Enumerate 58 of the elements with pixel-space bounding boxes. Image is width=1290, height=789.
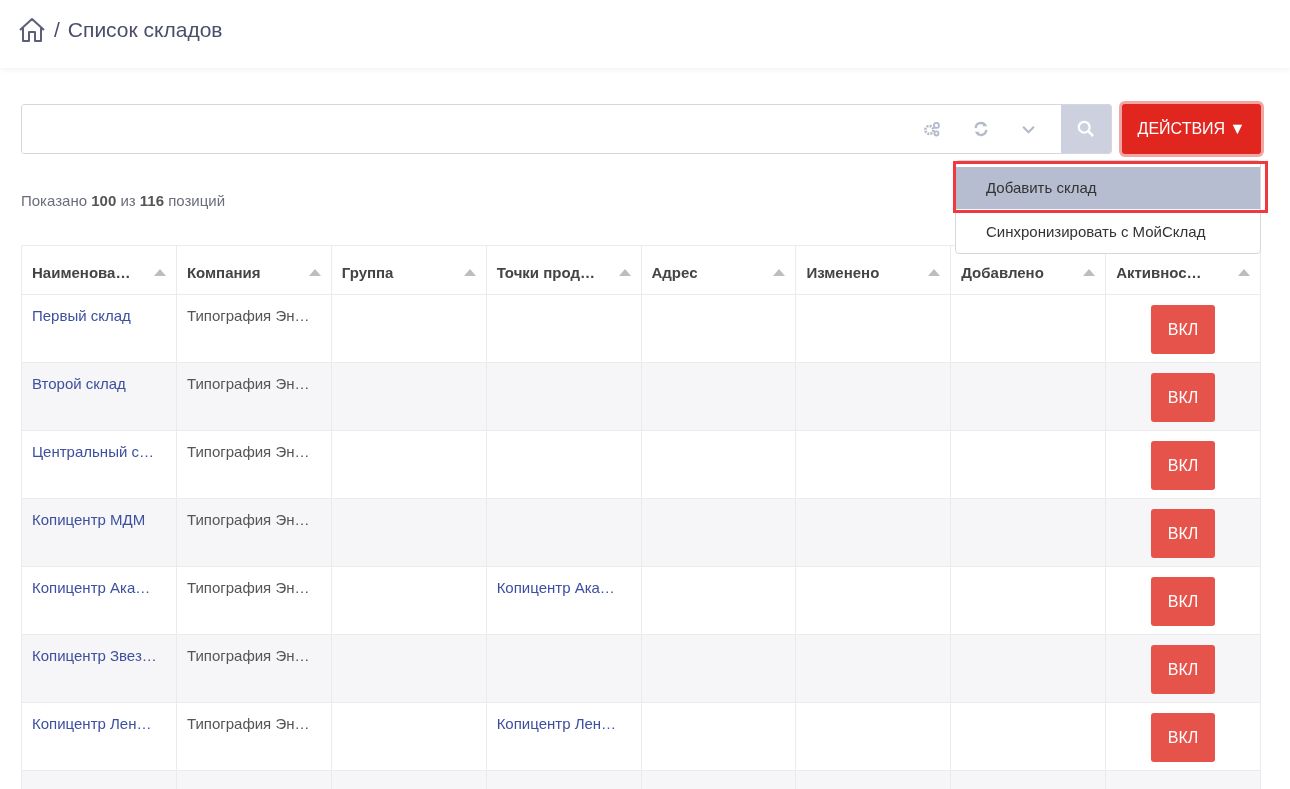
sort-icon[interactable] [1238,268,1250,276]
column-header[interactable]: Добавлено [950,245,1106,295]
sort-icon[interactable] [618,268,631,276]
active-toggle-button[interactable]: ВКЛ [1151,373,1216,422]
column-header[interactable]: Группа [331,245,487,295]
warehouse-link[interactable]: Копицентр Лен… [32,715,152,732]
company-name: Типография Эн… [186,443,310,460]
column-title: Точки прод… [496,263,595,281]
sort-icon[interactable] [153,268,166,276]
column-title: Группа [341,263,394,281]
sort-icon[interactable] [928,268,941,276]
column-title: Изменено [806,263,880,281]
menu-item[interactable]: Добавить склад [956,167,1260,209]
active-toggle-button[interactable]: ВКЛ [1151,645,1216,694]
page-title: Список складов [67,18,223,42]
company-name: Типография Эн… [186,647,310,664]
active-toggle-button[interactable]: ВКЛ [1151,713,1216,762]
active-toggle-button[interactable]: ВКЛ [1151,441,1216,490]
column-header[interactable]: Компания [176,245,332,295]
search-field[interactable] [21,104,1112,154]
breadcrumb-separator: / [54,18,60,42]
column-title: Наименова… [32,263,131,281]
warehouse-link[interactable]: Копицентр Звез… [32,647,157,664]
active-toggle-button[interactable]: ВКЛ [1151,577,1216,626]
warehouse-link[interactable]: Второй склад [32,375,126,392]
warehouse-link[interactable]: Копицентр Ака… [32,579,151,596]
sort-icon[interactable] [1083,268,1096,276]
warehouse-link[interactable]: Копицентр МДМ [32,511,146,528]
chevron-down-icon[interactable] [1021,124,1036,134]
refresh-icon[interactable] [973,121,989,137]
sort-icon[interactable] [463,268,476,276]
sales-point-link[interactable]: Копицентр Лен… [496,715,617,732]
sort-icon[interactable] [308,268,321,276]
column-title: Добавлено [961,263,1044,281]
warehouse-link[interactable]: Центральный с… [32,443,154,460]
column-title: Активнос… [1116,263,1202,281]
sales-point-link[interactable]: Копицентр Ака… [496,579,615,596]
active-toggle-button[interactable]: ВКЛ [1151,305,1216,354]
company-name: Типография Эн… [186,715,310,732]
sort-icon[interactable] [773,268,786,276]
active-toggle-button[interactable]: ВКЛ [1151,509,1216,558]
company-name: Типография Эн… [186,579,310,596]
search-icon [1077,120,1095,138]
column-title: Компания [186,263,261,281]
column-header[interactable]: Точки прод… [486,245,641,295]
column-header[interactable]: Адрес [641,245,796,295]
actions-button[interactable]: ДЕЙСТВИЯ ▼ [1122,104,1261,154]
results-summary: Показано 100 из 116 позиций [21,192,227,209]
column-header[interactable]: Наименова… [21,245,177,295]
company-name: Типография Эн… [186,511,310,528]
company-name: Типография Эн… [186,307,310,324]
search-button[interactable] [1061,105,1111,153]
warehouse-link[interactable]: Первый склад [32,307,131,324]
column-title: Адрес [651,263,698,281]
company-name: Типография Эн… [186,375,310,392]
home-icon[interactable] [18,17,46,43]
gears-icon[interactable] [923,121,941,137]
column-header[interactable]: Изменено [795,245,951,295]
